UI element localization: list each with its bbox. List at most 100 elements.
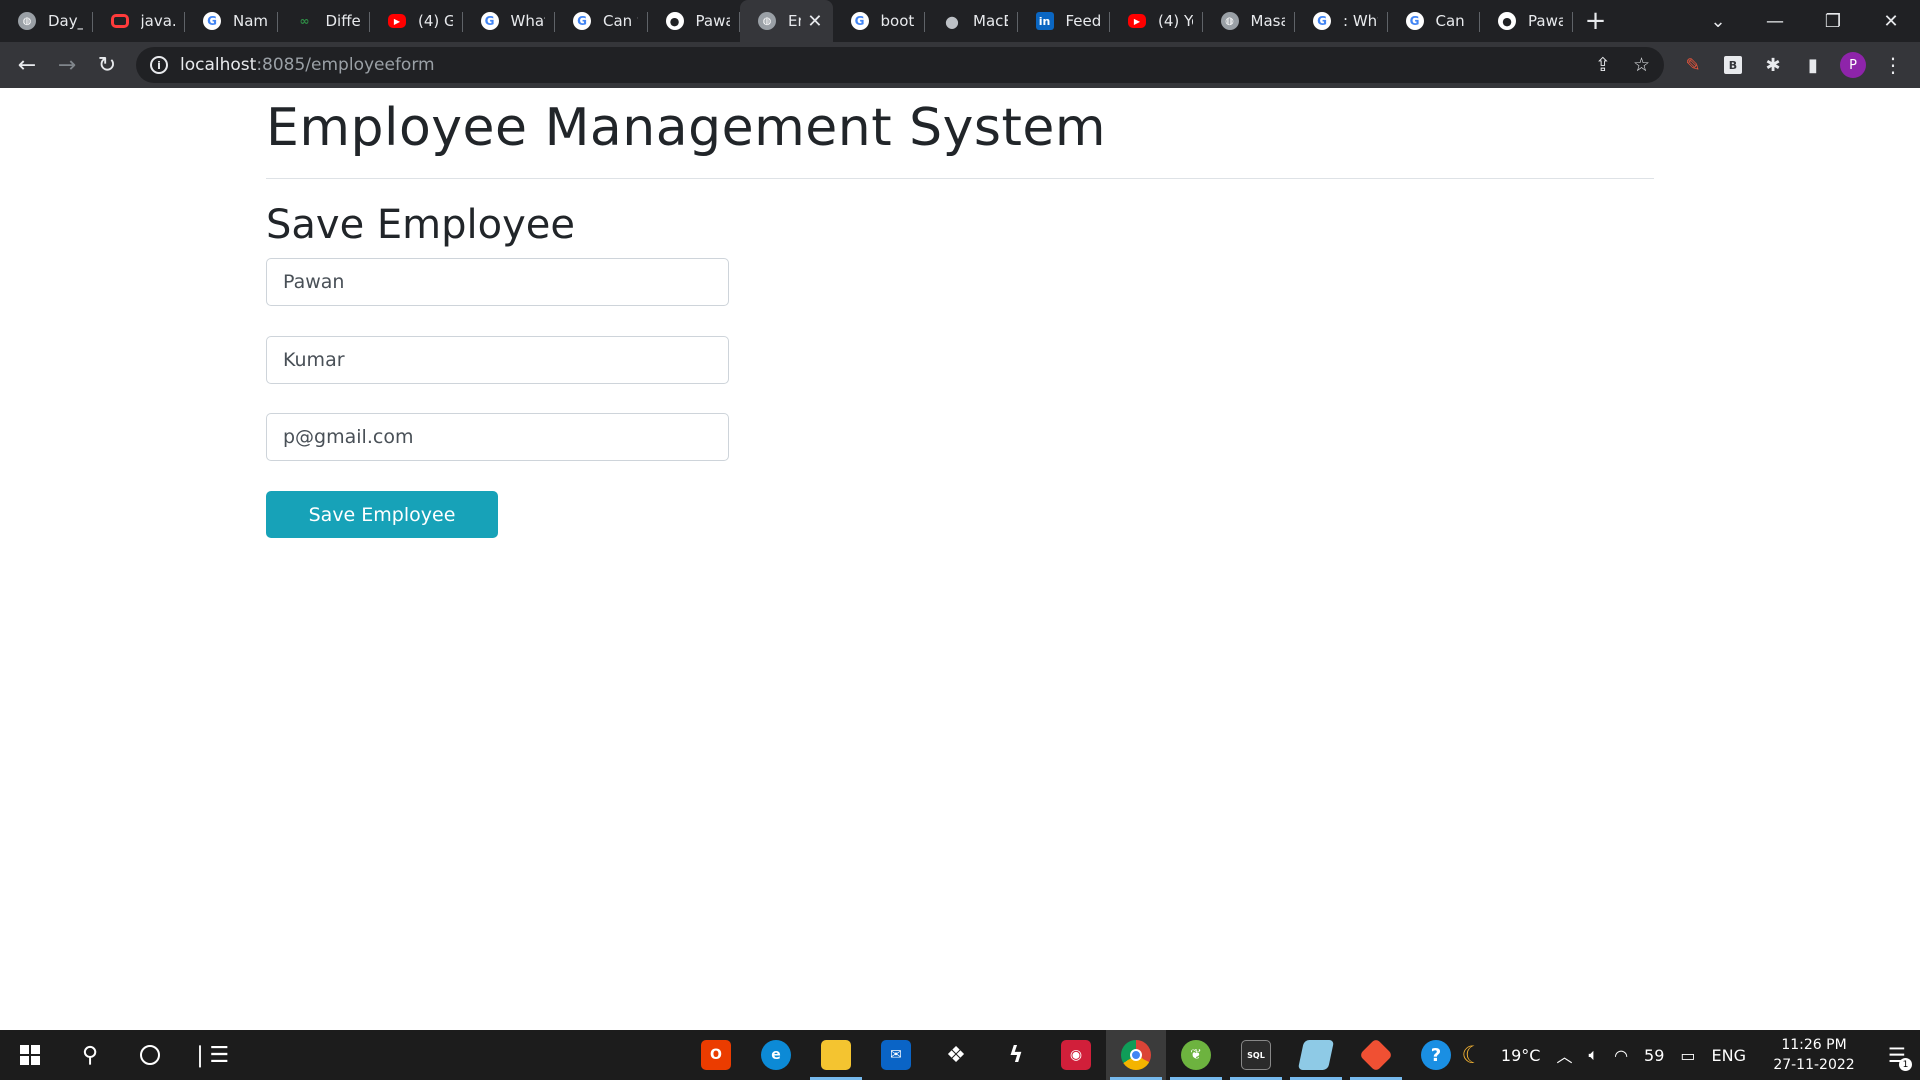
speaker-icon[interactable]: 🔈︎ [1588, 1045, 1598, 1065]
task-view-button[interactable]: ❘☰ [180, 1030, 240, 1080]
puzzle-extensions-icon[interactable]: ✱ [1758, 47, 1788, 83]
browser-tab[interactable]: ● Pawan [648, 0, 741, 42]
close-tab-icon[interactable]: ✕ [807, 11, 822, 32]
windows-logo-icon [20, 1045, 40, 1065]
browser-tab[interactable]: ● MacBo [925, 0, 1018, 42]
taskbar-app-notes[interactable] [1286, 1030, 1346, 1080]
new-tab-button[interactable]: + [1573, 0, 1619, 42]
save-employee-button[interactable]: Save Employee [266, 491, 498, 538]
address-bar[interactable]: i localhost:8085/employeeform ⇪ ☆ [136, 47, 1664, 83]
reload-icon: ↻ [97, 52, 117, 78]
globe-icon: ◍ [758, 12, 776, 30]
taskbar-app-spring-tool-suite[interactable]: ❦ [1166, 1030, 1226, 1080]
taskbar-app-chrome[interactable] [1106, 1030, 1166, 1080]
side-panel-icon[interactable]: ▮ [1798, 47, 1828, 83]
browser-tab[interactable]: ● Pawan [1480, 0, 1573, 42]
browser-tab[interactable]: ∞ Differe [278, 0, 371, 42]
taskbar-app-lightning[interactable]: ϟ [986, 1030, 1046, 1080]
browser-tab[interactable]: Gboots [833, 0, 926, 42]
browser-tab[interactable]: G Can w [555, 0, 648, 42]
taskbar-app-file-explorer[interactable] [806, 1030, 866, 1080]
reload-button[interactable]: ↻ [87, 45, 127, 85]
browser-tab[interactable]: G Can w [1388, 0, 1481, 42]
notes-icon [1297, 1040, 1335, 1070]
last-name-input[interactable] [266, 336, 729, 384]
minimize-button[interactable]: — [1746, 0, 1804, 42]
browser-tab[interactable]: java.io [93, 0, 186, 42]
recorder-icon: ◉ [1061, 1040, 1091, 1070]
taskbar-app-mail[interactable]: ✉ [866, 1030, 926, 1080]
tab-label: Pawan [695, 12, 731, 30]
clock-date: 27-11-2022 [1773, 1057, 1855, 1073]
browser-tab[interactable]: ◍ Day_7 [0, 0, 93, 42]
forward-button[interactable]: → [47, 45, 87, 85]
search-button[interactable]: ⚲ [60, 1030, 120, 1080]
wifi-icon[interactable]: ◠ [1614, 1046, 1628, 1065]
taskbar-app-recorder[interactable]: ◉ [1046, 1030, 1106, 1080]
browser-tab[interactable]: G What i [463, 0, 556, 42]
restore-icon: ❐ [1824, 10, 1842, 32]
close-window-button[interactable]: ✕ [1862, 0, 1920, 42]
taskbar-apps: O e ✉ ❖ ϟ ◉ ❦ SQL ? [686, 1030, 1466, 1080]
tab-label: Feed | [1065, 12, 1101, 30]
bookmark-star-icon[interactable]: ☆ [1633, 54, 1650, 76]
linkedin-icon: in [1035, 12, 1054, 30]
browser-tab[interactable]: ◍ Masai [1203, 0, 1296, 42]
tab-label: Pawan [1528, 12, 1563, 30]
browser-tab[interactable]: in Feed | [1018, 0, 1111, 42]
browser-tab[interactable]: G Name [185, 0, 278, 42]
start-button[interactable] [0, 1030, 60, 1080]
office-icon: O [701, 1040, 731, 1070]
edge-icon: e [761, 1040, 791, 1070]
minimize-icon: — [1766, 10, 1784, 32]
taskbar-app-office[interactable]: O [686, 1030, 746, 1080]
arrow-right-icon: → [57, 52, 77, 78]
youtube-icon: ▶ [388, 14, 406, 28]
google-icon: G [1405, 12, 1424, 30]
apple-icon: ● [945, 11, 959, 31]
share-icon[interactable]: ⇪ [1595, 54, 1611, 76]
git-icon [1359, 1038, 1393, 1072]
bootstrap-extension-icon[interactable]: B [1718, 47, 1748, 83]
google-icon: G [1313, 12, 1331, 30]
tab-label: boots [880, 12, 916, 30]
color-picker-extension-icon[interactable]: ✎ [1678, 47, 1708, 83]
profile-avatar[interactable]: P [1838, 47, 1868, 83]
menu-kebab-icon[interactable]: ⋮ [1878, 47, 1908, 83]
tab-search-button[interactable]: ⌄ [1698, 0, 1738, 42]
mail-icon: ✉ [881, 1040, 911, 1070]
show-hidden-icons-icon[interactable]: ︿ [1556, 1043, 1572, 1067]
first-name-input[interactable] [266, 258, 729, 306]
browser-tab-active[interactable]: ◍ Em ✕ [740, 0, 833, 42]
tab-label: Day_7 [48, 12, 83, 30]
browser-tab[interactable]: G : Why [1295, 0, 1388, 42]
battery-icon[interactable]: ▭ [1680, 1046, 1695, 1065]
email-input[interactable] [266, 413, 729, 461]
taskbar-app-git[interactable] [1346, 1030, 1406, 1080]
tab-label: : Why [1343, 12, 1378, 30]
taskbar-app-help[interactable]: ? [1406, 1030, 1466, 1080]
browser-tab-strip: ◍ Day_7 java.io G Name ∞ Differe ▶ (4) GT/ G… [0, 0, 1920, 42]
restore-button[interactable]: ❐ [1804, 0, 1862, 42]
browser-tab[interactable]: ▶ (4) You [1110, 0, 1203, 42]
taskbar-app-dropbox[interactable]: ❖ [926, 1030, 986, 1080]
browser-toolbar: ← → ↻ i localhost:8085/employeeform ⇪ ☆ … [0, 42, 1920, 88]
taskbar-app-edge[interactable]: e [746, 1030, 806, 1080]
tab-label: What i [510, 12, 546, 30]
back-button[interactable]: ← [7, 45, 47, 85]
language-indicator[interactable]: ENG [1712, 1046, 1746, 1065]
window-controls: ⌄ — ❐ ✕ [1710, 0, 1920, 42]
browser-tab[interactable]: ▶ (4) GT/ [370, 0, 463, 42]
site-info-icon[interactable]: i [150, 56, 168, 74]
notification-center-button[interactable]: ☰ 1 [1874, 1030, 1920, 1080]
chevron-down-icon: ⌄ [1710, 10, 1726, 32]
cortana-button[interactable] [120, 1030, 180, 1080]
weather-temperature[interactable]: 19°C [1501, 1046, 1541, 1065]
clock[interactable]: 11:26 PM 27-11-2022 [1766, 1035, 1862, 1075]
google-icon: G [480, 12, 499, 30]
taskbar-app-mysql[interactable]: SQL [1226, 1030, 1286, 1080]
github-icon: ● [1498, 12, 1516, 30]
plus-icon: + [1584, 6, 1607, 36]
google-icon: G [850, 12, 869, 30]
weather-moon-icon[interactable]: ☾ [1461, 1041, 1483, 1069]
